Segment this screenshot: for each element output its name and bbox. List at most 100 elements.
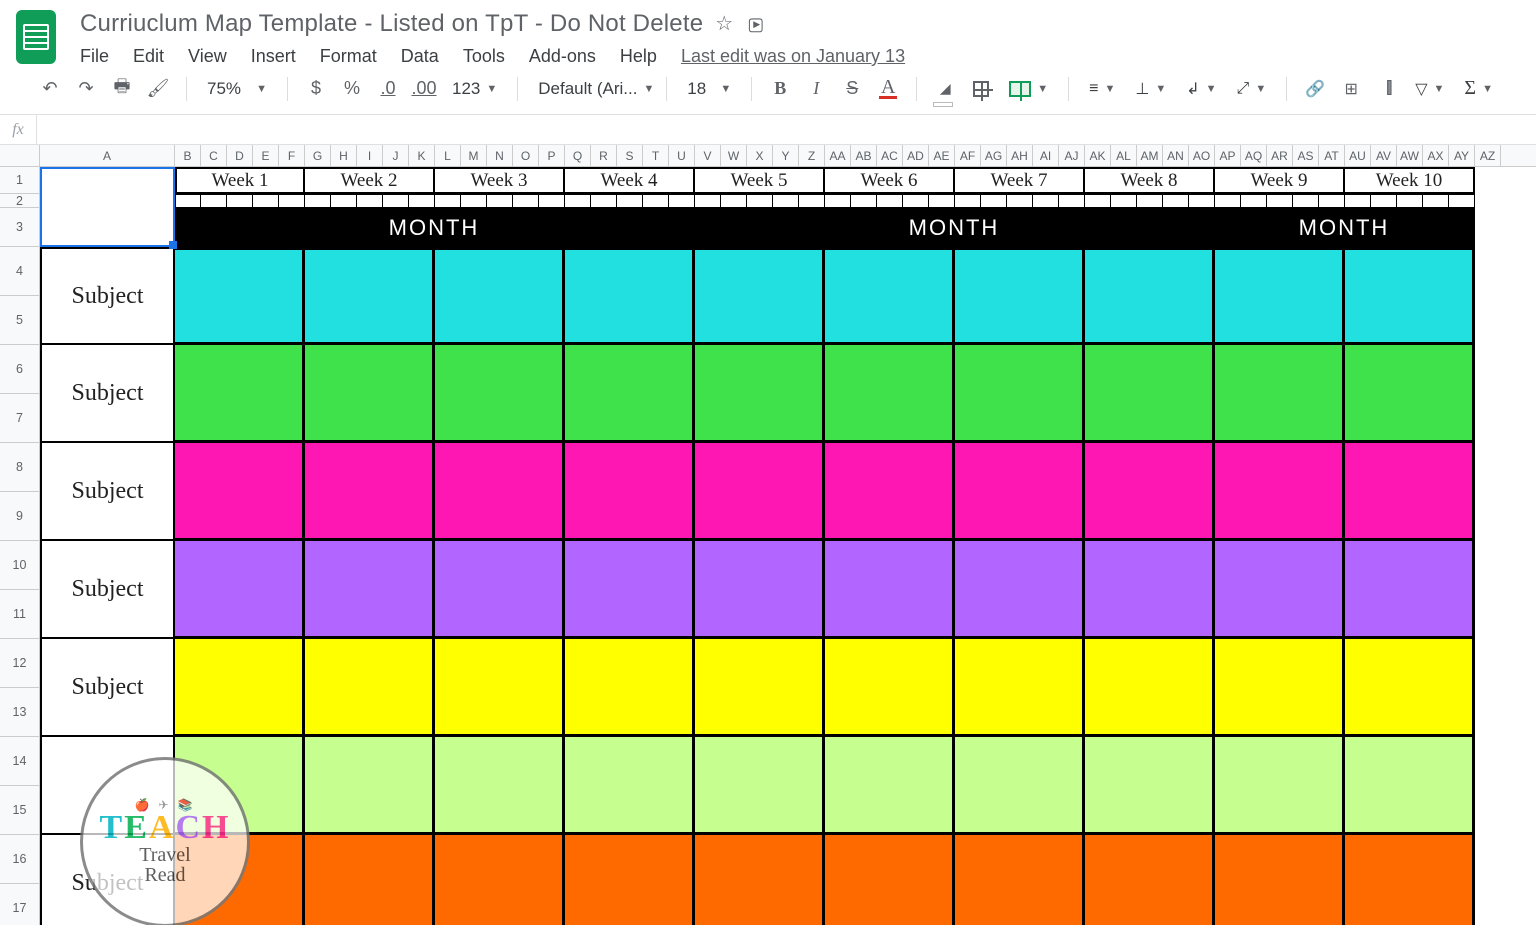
weekday-tick[interactable] [565,194,591,208]
plan-cell[interactable] [695,639,825,737]
col-header-AZ[interactable]: AZ [1475,145,1501,166]
week-header[interactable]: Week 4 [565,167,695,194]
row-header-4[interactable]: 4 [0,247,39,296]
plan-cell[interactable] [1345,835,1475,925]
plan-cell[interactable] [435,345,565,443]
col-header-L[interactable]: L [435,145,461,166]
subject-cell[interactable]: Subject [40,835,175,925]
row-header-12[interactable]: 12 [0,639,39,688]
col-header-AD[interactable]: AD [903,145,929,166]
row-header-7[interactable]: 7 [0,394,39,443]
plan-cell[interactable] [695,345,825,443]
weekday-tick[interactable] [1189,194,1215,208]
plan-cell[interactable] [695,835,825,925]
col-header-AR[interactable]: AR [1267,145,1293,166]
month-header[interactable]: MONTH [175,208,695,247]
weekday-tick[interactable] [721,194,747,208]
plan-cell[interactable] [175,835,305,925]
subject-cell[interactable]: Subject [40,541,175,639]
text-wrap-dropdown[interactable]: ↲ ▼ [1180,74,1222,104]
plan-cell[interactable] [695,443,825,541]
plan-cell[interactable] [1345,345,1475,443]
col-header-D[interactable]: D [227,145,253,166]
plan-cell[interactable] [1215,737,1345,835]
weekday-tick[interactable] [331,194,357,208]
number-format-dropdown[interactable]: 123▼ [446,74,503,104]
weekday-tick[interactable] [773,194,799,208]
week-header[interactable]: Week 10 [1345,167,1475,194]
increase-decimal-button[interactable]: .00 [410,74,438,104]
col-header-P[interactable]: P [539,145,565,166]
weekday-tick[interactable] [695,194,721,208]
col-header-AA[interactable]: AA [825,145,851,166]
col-header-B[interactable]: B [175,145,201,166]
menu-file[interactable]: File [80,46,109,67]
plan-cell[interactable] [1215,345,1345,443]
col-header-AC[interactable]: AC [877,145,903,166]
week-header[interactable]: Week 1 [175,167,305,194]
plan-cell[interactable] [435,639,565,737]
weekday-tick[interactable] [1137,194,1163,208]
col-header-A[interactable]: A [40,145,175,166]
col-header-AI[interactable]: AI [1033,145,1059,166]
plan-cell[interactable] [435,443,565,541]
subject-cell[interactable] [40,737,175,835]
col-header-M[interactable]: M [461,145,487,166]
last-edit-link[interactable]: Last edit was on January 13 [681,46,905,67]
plan-cell[interactable] [305,541,435,639]
zoom-dropdown[interactable]: 75%▼ [201,74,273,104]
plan-cell[interactable] [1085,639,1215,737]
plan-cell[interactable] [175,541,305,639]
weekday-tick[interactable] [1293,194,1319,208]
weekday-tick[interactable] [877,194,903,208]
format-currency-button[interactable]: $ [302,74,330,104]
weekday-tick[interactable] [903,194,929,208]
plan-cell[interactable] [565,737,695,835]
weekday-tick[interactable] [383,194,409,208]
plan-cell[interactable] [565,541,695,639]
plan-cell[interactable] [695,541,825,639]
row-header-15[interactable]: 15 [0,786,39,835]
row-header-2[interactable]: 2 [0,194,39,208]
week-header[interactable]: Week 7 [955,167,1085,194]
row-header-5[interactable]: 5 [0,296,39,345]
col-header-E[interactable]: E [253,145,279,166]
plan-cell[interactable] [435,835,565,925]
col-header-W[interactable]: W [721,145,747,166]
weekday-tick[interactable] [1163,194,1189,208]
paint-format-button[interactable]: 🖌 [144,74,172,104]
subject-cell[interactable]: Subject [40,639,175,737]
plan-cell[interactable] [1215,247,1345,345]
weekday-tick[interactable] [1449,194,1475,208]
col-header-AB[interactable]: AB [851,145,877,166]
menu-tools[interactable]: Tools [463,46,505,67]
row-header-17[interactable]: 17 [0,884,39,925]
plan-cell[interactable] [1215,443,1345,541]
vertical-align-dropdown[interactable]: ⊥ ▼ [1129,74,1172,104]
text-color-button[interactable]: A [874,74,902,104]
weekday-tick[interactable] [1215,194,1241,208]
plan-cell[interactable] [1345,541,1475,639]
col-header-R[interactable]: R [591,145,617,166]
col-header-F[interactable]: F [279,145,305,166]
month-header[interactable]: MONTH [695,208,1215,247]
plan-cell[interactable] [1085,737,1215,835]
month-header[interactable]: MONTH [1215,208,1475,247]
col-header-K[interactable]: K [409,145,435,166]
row-header-8[interactable]: 8 [0,443,39,492]
col-header-AO[interactable]: AO [1189,145,1215,166]
document-title[interactable]: Curriuclum Map Template - Listed on TpT … [80,10,703,38]
plan-cell[interactable] [1345,639,1475,737]
weekday-tick[interactable] [799,194,825,208]
plan-cell[interactable] [1085,247,1215,345]
col-header-AJ[interactable]: AJ [1059,145,1085,166]
weekday-tick[interactable] [1345,194,1371,208]
week-header[interactable]: Week 3 [435,167,565,194]
menu-format[interactable]: Format [320,46,377,67]
subject-cell[interactable]: Subject [40,247,175,345]
plan-cell[interactable] [695,247,825,345]
col-header-T[interactable]: T [643,145,669,166]
star-icon[interactable] [715,14,735,34]
row-header-3[interactable]: 3 [0,208,39,247]
col-header-H[interactable]: H [331,145,357,166]
